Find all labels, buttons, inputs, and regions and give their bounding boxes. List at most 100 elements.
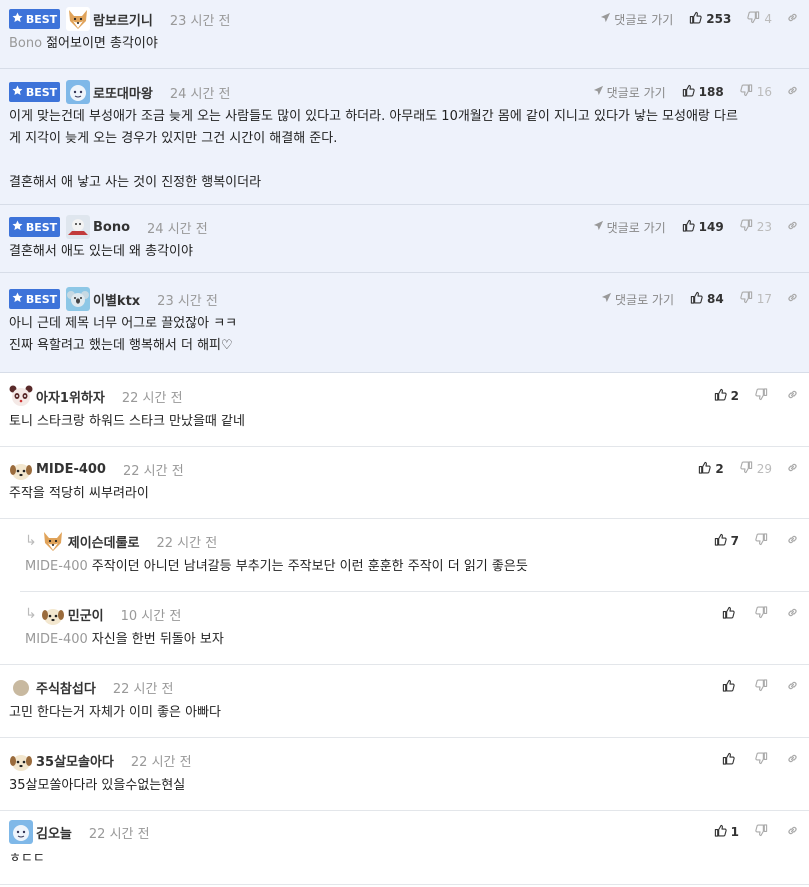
downvote-button[interactable]: 29 bbox=[736, 461, 772, 477]
downvote-button[interactable] bbox=[751, 824, 772, 840]
username[interactable]: 아자1위하자 bbox=[36, 387, 105, 406]
downvote-button[interactable]: 23 bbox=[736, 219, 772, 235]
copy-link-button[interactable] bbox=[786, 752, 799, 769]
timestamp: 22 시간 전 bbox=[112, 681, 174, 697]
thumbs-up-icon bbox=[722, 679, 735, 695]
thumbs-up-icon bbox=[714, 533, 727, 549]
link-icon bbox=[786, 679, 799, 696]
thumbs-down-icon bbox=[755, 606, 768, 622]
comment-actions: 7 bbox=[710, 533, 799, 549]
best-label: BEST bbox=[25, 220, 58, 234]
copy-link-button[interactable] bbox=[786, 679, 799, 696]
reply-arrow-icon bbox=[593, 220, 607, 234]
upvote-button[interactable]: 2 bbox=[710, 388, 739, 404]
avatar[interactable] bbox=[9, 384, 33, 408]
username[interactable]: 람보르기니 bbox=[93, 10, 153, 29]
downvote-button[interactable]: 17 bbox=[736, 291, 772, 307]
link-icon bbox=[786, 606, 799, 623]
downvote-button[interactable] bbox=[751, 606, 772, 622]
username[interactable]: 이별ktx bbox=[93, 290, 140, 309]
comment-body: ㅎㄷㄷ bbox=[9, 848, 789, 870]
comment-actions bbox=[718, 752, 799, 768]
upvote-count: 253 bbox=[706, 12, 732, 26]
reply-comment: ↳ 제이슨데룰로 22 시간 전 7 MIDE-400 주작이던 아니던 남녀갈등 부추기… bbox=[0, 519, 809, 592]
comment: MIDE-400 22 시간 전 2 29 주작을 적당히 씨부려라이 bbox=[0, 447, 809, 519]
best-comment: BEST 람보르기니 23 시간 전 댓글로 가기 253 4 Bono 젊어보이면 총각이야 bbox=[0, 0, 809, 69]
reply-link[interactable]: 댓글로 가기 bbox=[601, 291, 674, 308]
avatar[interactable] bbox=[66, 80, 90, 104]
comment-text: 게 지각이 늦게 오는 경우가 있지만 그건 시간이 해결해 준다. bbox=[9, 131, 338, 146]
copy-link-button[interactable] bbox=[786, 219, 799, 236]
comment-text: ㅎㄷㄷ bbox=[9, 851, 45, 866]
username[interactable]: 김오늘 bbox=[36, 823, 72, 842]
comment-header: 주식참섭다 22 시간 전 bbox=[9, 675, 174, 699]
avatar[interactable] bbox=[9, 675, 33, 699]
upvote-button[interactable] bbox=[718, 679, 739, 695]
comment-line: Bono 젊어보이면 총각이야 bbox=[9, 33, 789, 55]
avatar[interactable] bbox=[9, 457, 33, 481]
avatar[interactable] bbox=[66, 287, 90, 311]
reply-target[interactable]: MIDE-400 bbox=[25, 632, 88, 647]
reply-link[interactable]: 댓글로 가기 bbox=[600, 11, 673, 28]
comment-line: 이게 맞는건데 부성애가 조금 늦게 오는 사람들도 많이 있다고 하더라. 아… bbox=[9, 106, 789, 128]
downvote-button[interactable] bbox=[751, 752, 772, 768]
comment-text: 35살모쏠아다라 있을수없는현실 bbox=[9, 778, 186, 793]
upvote-button[interactable]: 149 bbox=[678, 219, 724, 235]
downvote-button[interactable] bbox=[751, 679, 772, 695]
upvote-button[interactable]: 84 bbox=[686, 291, 724, 307]
avatar[interactable] bbox=[66, 215, 90, 239]
copy-link-button[interactable] bbox=[786, 606, 799, 623]
upvote-count: 149 bbox=[698, 220, 724, 234]
reply-arrow-icon bbox=[601, 292, 615, 306]
best-comment: BEST Bono 24 시간 전 댓글로 가기 149 23 결혼해서 애도 있는데 왜 … bbox=[0, 205, 809, 273]
avatar[interactable] bbox=[40, 529, 65, 553]
copy-link-button[interactable] bbox=[786, 824, 799, 841]
downvote-button[interactable]: 4 bbox=[743, 11, 772, 27]
copy-link-button[interactable] bbox=[786, 11, 799, 28]
downvote-button[interactable] bbox=[751, 533, 772, 549]
timestamp: 22 시간 전 bbox=[156, 535, 218, 551]
avatar[interactable] bbox=[9, 748, 33, 772]
username[interactable]: 35살모솔아다 bbox=[36, 751, 114, 770]
comment-line: 결혼해서 애 낳고 사는 것이 진정한 행복이더라 bbox=[9, 172, 789, 194]
comment-header: 35살모솔아다 22 시간 전 bbox=[9, 748, 192, 772]
upvote-button[interactable]: 1 bbox=[710, 824, 739, 840]
username[interactable]: MIDE-400 bbox=[36, 462, 106, 477]
link-icon bbox=[786, 219, 799, 236]
upvote-button[interactable]: 2 bbox=[694, 461, 724, 477]
comment-line: 결혼해서 애도 있는데 왜 총각이야 bbox=[9, 241, 789, 263]
reply-comment: ↳ 민군이 10 시간 전 MIDE-400 자신을 한번 뒤돌아 보자 bbox=[0, 592, 809, 665]
reply-target[interactable]: MIDE-400 bbox=[25, 559, 88, 574]
upvote-button[interactable] bbox=[718, 752, 739, 768]
copy-link-button[interactable] bbox=[786, 291, 799, 308]
upvote-button[interactable] bbox=[718, 606, 739, 622]
username[interactable]: 민군이 bbox=[68, 605, 104, 624]
username[interactable]: 주식참섭다 bbox=[36, 678, 96, 697]
thumbs-down-icon bbox=[755, 752, 768, 768]
avatar[interactable] bbox=[66, 7, 90, 31]
downvote-button[interactable]: 16 bbox=[736, 84, 772, 100]
upvote-button[interactable]: 7 bbox=[710, 533, 739, 549]
reply-link[interactable]: 댓글로 가기 bbox=[593, 219, 666, 236]
username[interactable]: 로또대마왕 bbox=[93, 83, 153, 102]
username[interactable]: Bono bbox=[93, 220, 130, 235]
link-icon bbox=[786, 291, 799, 308]
avatar[interactable] bbox=[9, 820, 33, 844]
copy-link-button[interactable] bbox=[786, 388, 799, 405]
comment-line: 고민 한다는거 자체가 이미 좋은 아빠다 bbox=[9, 702, 789, 724]
reply-target[interactable]: Bono bbox=[9, 36, 42, 51]
copy-link-button[interactable] bbox=[786, 84, 799, 101]
upvote-button[interactable]: 253 bbox=[685, 11, 731, 27]
comment-text: 자신을 한번 뒤돌아 보자 bbox=[91, 632, 224, 647]
copy-link-button[interactable] bbox=[786, 533, 799, 550]
reply-link[interactable]: 댓글로 가기 bbox=[593, 84, 666, 101]
thumbs-up-icon bbox=[722, 606, 735, 622]
copy-link-button[interactable] bbox=[786, 461, 799, 478]
upvote-button[interactable]: 188 bbox=[678, 84, 724, 100]
downvote-button[interactable] bbox=[751, 388, 772, 404]
timestamp: 23 시간 전 bbox=[169, 13, 231, 29]
thumbs-down-icon bbox=[740, 84, 753, 100]
comment-header: BEST 이별ktx 23 시간 전 bbox=[9, 287, 218, 311]
username[interactable]: 제이슨데룰로 bbox=[68, 532, 140, 551]
avatar[interactable] bbox=[40, 602, 65, 626]
